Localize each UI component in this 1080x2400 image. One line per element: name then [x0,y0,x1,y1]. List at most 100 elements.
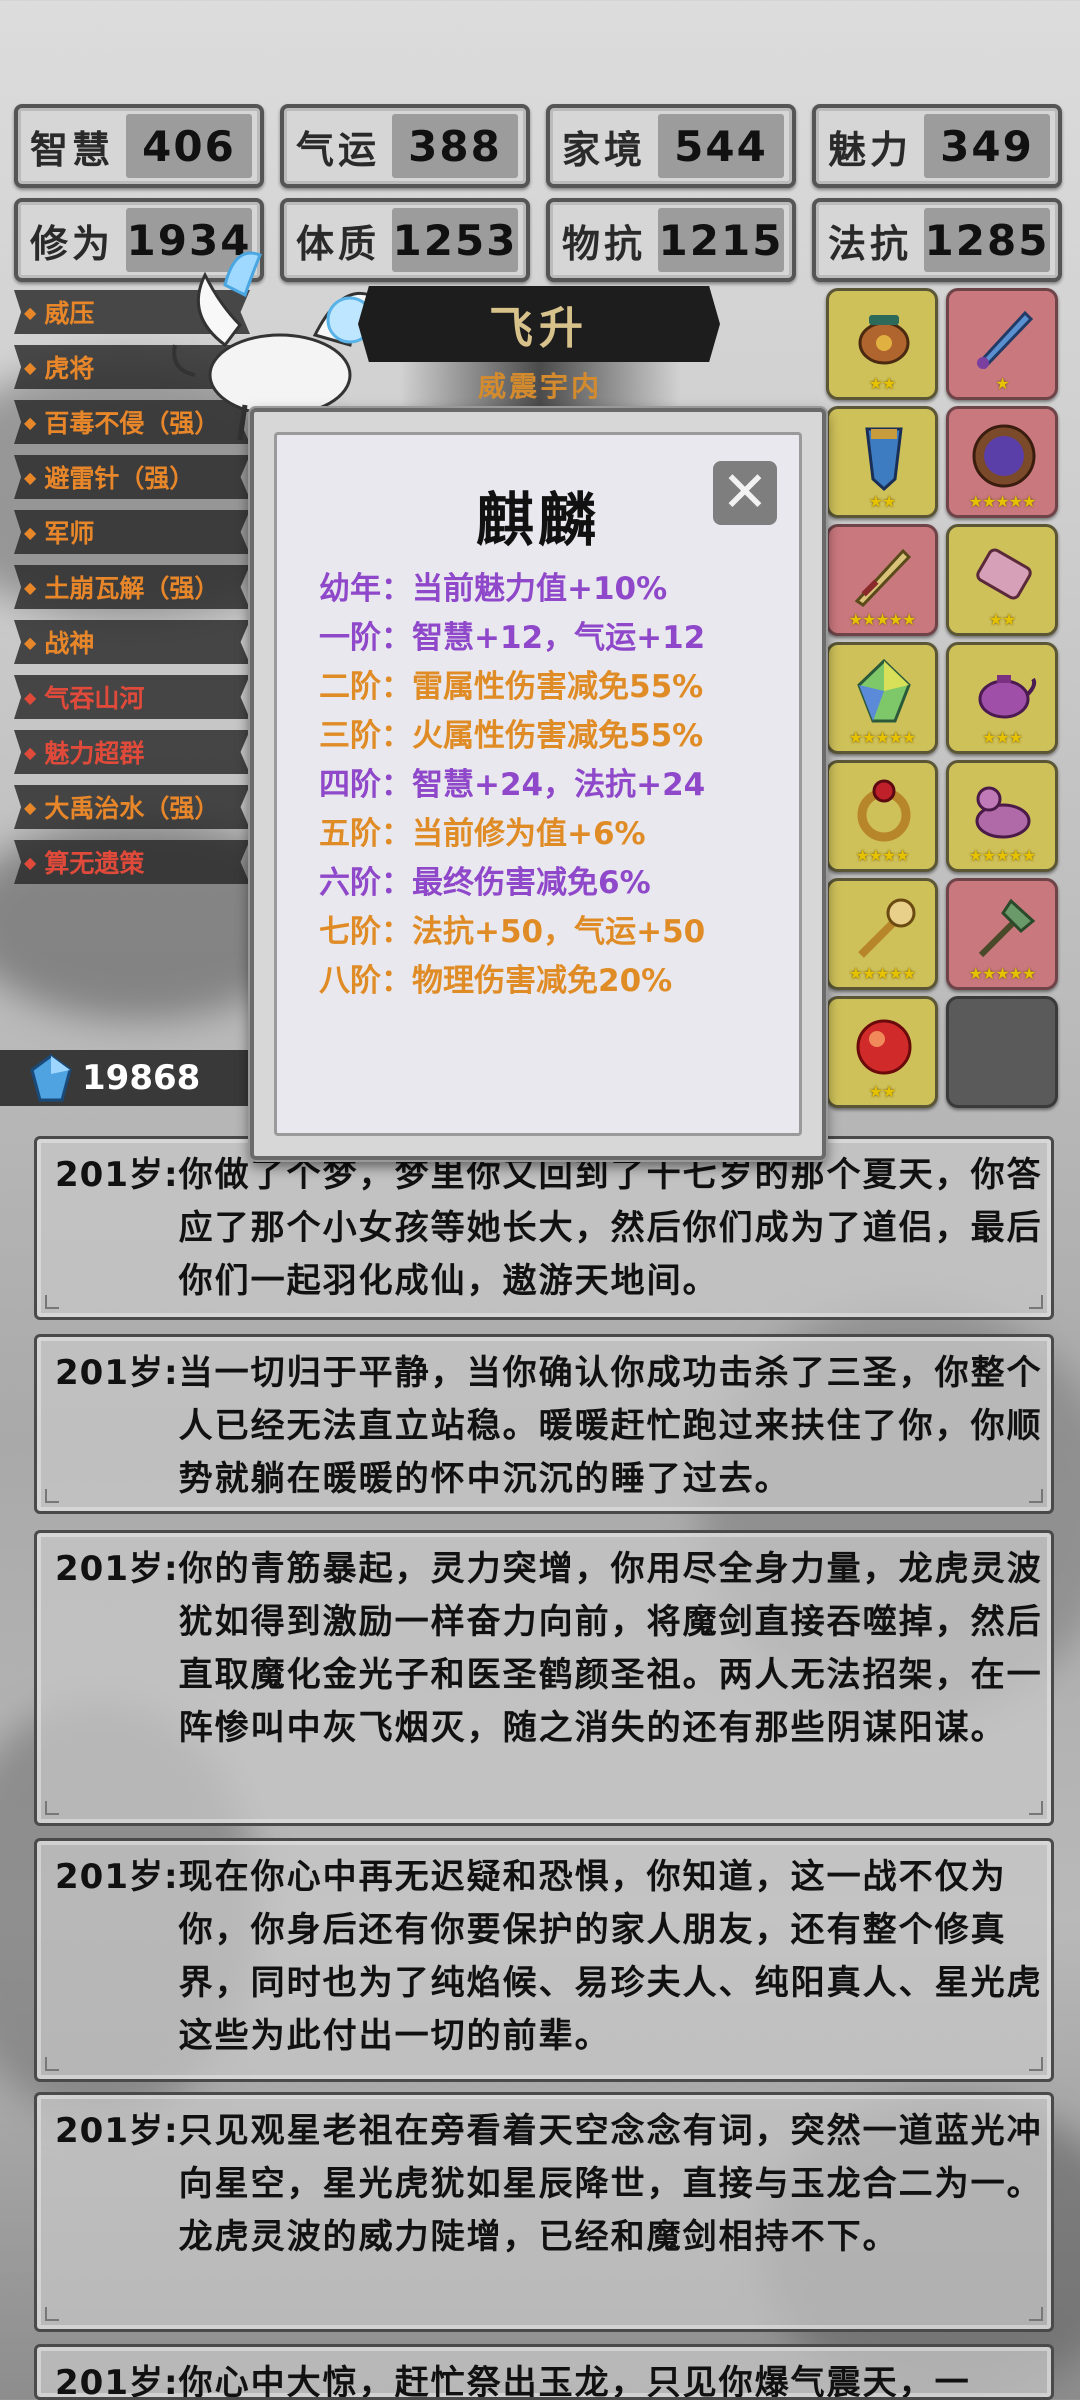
pet-stage-line: 幼年：当前魅力值+10% [319,571,668,607]
star-rating: ★★★★★ [968,846,1037,865]
pet-stage-list: 幼年：当前魅力值+10% 一阶：智慧+12，气运+12 二阶：雷属性伤害减免55… [319,565,779,1006]
realm-title-banner: 飞升 [358,286,720,362]
stat-value: 388 [392,114,518,178]
equipment-slot[interactable]: ★★ [946,524,1058,636]
pet-stage-line: 四阶：智慧+24，法抗+24 [319,767,706,803]
trait-item[interactable]: ◆ 算无遗策 [14,840,250,884]
stat-value: 1215 [658,208,784,272]
diamond-icon: ◆ [24,357,37,377]
star-rating: ★★★★★ [848,610,917,629]
pet-stage-line: 一阶：智慧+12，气运+12 [319,620,706,656]
corner-ornament [45,2307,59,2321]
trait-item[interactable]: ◆ 土崩瓦解（强） [14,565,250,609]
star-rating: ★ [995,374,1009,393]
equipment-slot[interactable]: ★★ [826,406,938,518]
star-rating: ★★ [868,492,897,511]
equipment-slot[interactable]: ★★★★★ [826,524,938,636]
pet-stage-line: 二阶：雷属性伤害减免55% [319,669,704,705]
trait-item[interactable]: ◆ 避雷针（强） [14,455,250,499]
diamond-icon: ◆ [24,687,37,707]
trait-label: 算无遗策 [44,849,145,878]
crystal-gem-icon [30,1054,72,1102]
jade-sword-icon [976,310,1034,369]
log-entry: 201岁: 你的青筋暴起，灵力突增，你用尽全身力量，龙虎灵波犹如得到激励一样奋力向… [34,1530,1054,1826]
stat-value: 1285 [924,208,1050,272]
corner-ornament [45,1489,59,1503]
close-icon[interactable]: ✕ [713,461,777,525]
trait-item[interactable]: ◆ 气吞山河 [14,675,250,719]
pet-stage-line: 五阶：当前修为值+6% [319,816,646,852]
green-axe-icon [978,898,1036,958]
equipment-slot[interactable]: ★★★★★ [826,642,938,754]
log-age: 201岁: [55,1857,179,1897]
equipment-slot[interactable]: ★★★★ [826,760,938,872]
stat-label: 智慧 [29,127,114,172]
stat-label: 魅力 [827,127,912,172]
ruby-ring-icon [857,779,911,842]
corner-ornament [1029,1801,1043,1815]
diamond-icon: ◆ [24,577,37,597]
diamond-icon: ◆ [24,852,37,872]
star-rating: ★★★★★ [848,728,917,747]
equipment-slot[interactable]: ★★ [826,996,938,1108]
star-rating: ★★★ [981,728,1023,747]
stat-value: 406 [126,114,252,178]
gem-count: 19868 [82,1058,201,1098]
diamond-icon: ◆ [24,797,37,817]
pet-stage-line: 七阶：法抗+50，气运+50 [319,914,706,950]
log-entry: 201岁: 你心中大惊，赶忙祭出玉龙，只见你爆气震天，一 [34,2344,1054,2400]
equipment-slot[interactable]: ★ [946,288,1058,400]
stat-value: 1253 [392,208,518,272]
golden-sword-icon [854,548,912,607]
corner-ornament [1029,2057,1043,2071]
equipment-slot[interactable]: ★★★★★ [946,406,1058,518]
stat-label: 气运 [295,127,380,172]
log-age: 201岁: [55,2111,179,2151]
corner-ornament [45,1801,59,1815]
diamond-icon: ◆ [24,522,37,542]
log-text: 现在你心中再无迟疑和恐惧，你知道，这一战不仅为你，你身后还有你要保护的家人朋友，… [178,1857,1043,2056]
log-text: 只见观星老祖在旁看着天空念念有词，突然一道蓝光冲向星空，星光虎犹如星辰降世，直接… [178,2111,1043,2257]
trait-label: 土崩瓦解（强） [44,574,220,603]
equipment-slot[interactable]: ★★★★★ [946,760,1058,872]
log-text: 你的青筋暴起，灵力突增，你用尽全身力量，龙虎灵波犹如得到激励一样奋力向前，将魔剑… [178,1549,1043,1748]
stat-label: 修为 [29,221,114,266]
trait-label: 气吞山河 [44,684,145,713]
log-age: 201岁: [55,1155,179,1195]
equipment-slot-empty[interactable] [946,996,1058,1108]
pet-stage-line: 三阶：火属性伤害减免55% [319,718,704,754]
corner-ornament [45,1295,59,1309]
stat-value: 544 [658,114,784,178]
stat-label: 家境 [561,127,646,172]
trait-item[interactable]: ◆ 魅力超群 [14,730,250,774]
mirror-orb-icon [972,424,1036,488]
stat-wisdom: 智慧 406 [14,104,264,188]
equipment-slot[interactable]: ★★ [826,288,938,400]
equipment-slot[interactable]: ★★★ [946,642,1058,754]
scroll-icon [976,548,1032,600]
trait-item[interactable]: ◆ 军师 [14,510,250,554]
diamond-icon: ◆ [24,632,37,652]
corner-ornament [1029,1295,1043,1309]
trait-label: 魅力超群 [44,739,145,768]
purple-duck-icon [975,786,1031,839]
trait-item[interactable]: ◆ 战神 [14,620,250,664]
trait-label: 大禹治水（强） [44,794,220,823]
popup-body: 麒麟 ✕ 幼年：当前魅力值+10% 一阶：智慧+12，气运+12 二阶：雷属性伤… [274,432,802,1136]
rainbow-gem-icon [857,658,911,723]
fire-pearl-icon [856,1019,912,1075]
trait-label: 避雷针（强） [44,464,195,493]
stat-value: 349 [924,114,1050,178]
log-text: 你心中大惊，赶忙祭出玉龙，只见你爆气震天，一 [178,2363,971,2400]
equipment-slot[interactable]: ★★★★★ [946,878,1058,990]
log-entry: 201岁: 现在你心中再无迟疑和恐惧，你知道，这一战不仅为你，你身后还有你要保护的… [34,1838,1054,2082]
diamond-icon: ◆ [24,742,37,762]
realm-title: 飞升 [489,303,589,354]
log-age: 201岁: [55,2363,179,2400]
star-rating: ★★ [868,374,897,393]
pet-detail-popup: 麒麟 ✕ 幼年：当前魅力值+10% 一阶：智慧+12，气运+12 二阶：雷属性伤… [250,408,826,1160]
diamond-icon: ◆ [24,467,37,487]
pet-stage-line: 六阶：最终伤害减免6% [319,865,651,901]
equipment-slot[interactable]: ★★★★★ [826,878,938,990]
trait-item[interactable]: ◆ 大禹治水（强） [14,785,250,829]
